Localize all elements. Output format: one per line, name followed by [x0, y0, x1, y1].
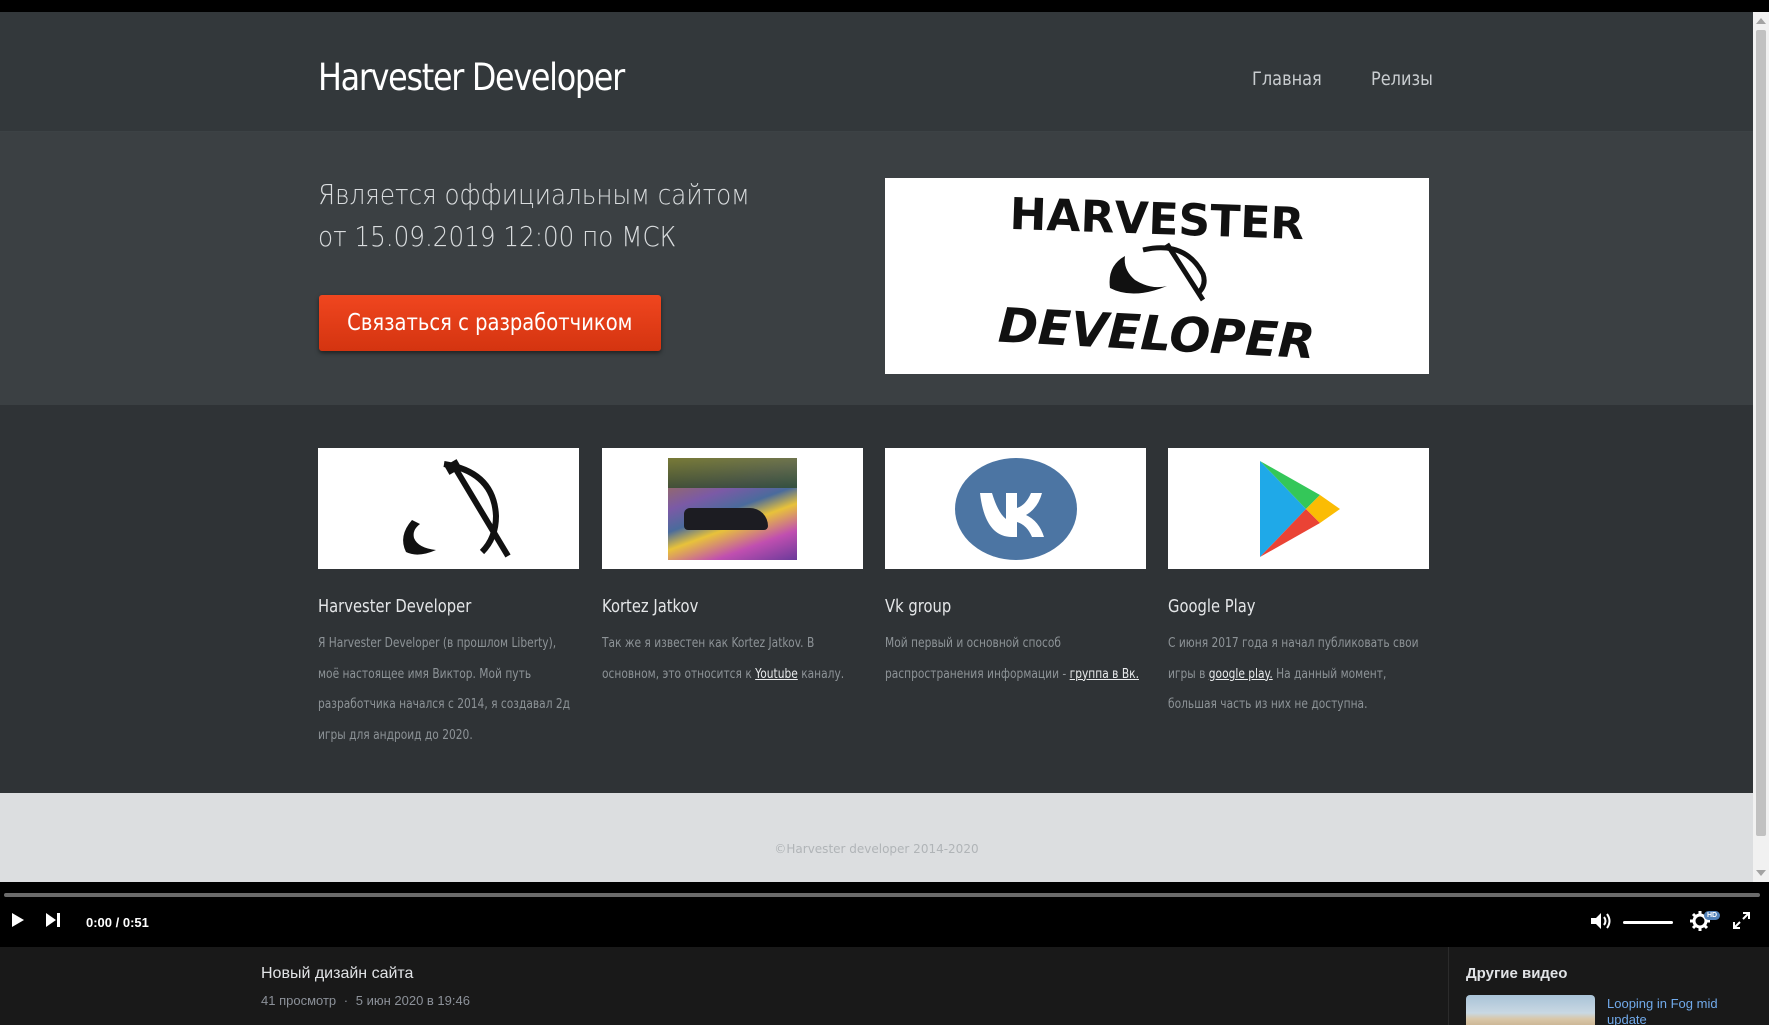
- harvester-developer-logo: HARVESTER DEVELOPER: [885, 178, 1429, 374]
- youtube-link[interactable]: Youtube: [755, 667, 798, 682]
- video-frame[interactable]: Harvester Developer Главная Релизы Являе…: [0, 12, 1753, 882]
- fullscreen-icon[interactable]: [1733, 912, 1750, 929]
- next-icon[interactable]: [45, 912, 61, 928]
- logo-text-line2: DEVELOPER: [997, 298, 1317, 371]
- scroll-down-icon[interactable]: [1756, 870, 1766, 876]
- card-image[interactable]: [318, 448, 579, 569]
- scrollbar-thumb[interactable]: [1756, 30, 1766, 836]
- card-title: Google Play: [1168, 596, 1256, 617]
- video-meta: 41 просмотр · 5 июн 2020 в 19:46: [261, 993, 470, 1008]
- contact-developer-label: Связаться с разработчиком: [347, 310, 633, 336]
- video-info: Новый дизайн сайта 41 просмотр · 5 июн 2…: [0, 947, 1769, 1025]
- video-title: Новый дизайн сайта: [261, 965, 414, 982]
- site-header: Harvester Developer Главная Релизы: [0, 12, 1753, 132]
- vk-logo-icon: [954, 457, 1077, 560]
- nav-home-link[interactable]: Главная: [1252, 68, 1322, 90]
- hero-text: Является оффициальным сайтом от 15.09.20…: [318, 178, 750, 253]
- view-count: 41 просмотр: [261, 993, 337, 1008]
- feature-cards: Harvester Developer Я Harvester Develope…: [0, 405, 1753, 793]
- player-controls: 0:00 / 0:51 HD: [0, 897, 1769, 947]
- volume-slider[interactable]: [1623, 921, 1673, 924]
- video-player-page: Harvester Developer Главная Релизы Являе…: [0, 0, 1769, 1025]
- card-title: Vk group: [885, 596, 952, 617]
- card-description: Так же я известен как Kortez Jatkov. В о…: [602, 636, 845, 682]
- google-play-icon: [1259, 460, 1340, 557]
- card-image[interactable]: [885, 448, 1146, 569]
- other-videos-panel: Другие видео Looping in Fog mid update: [1448, 947, 1769, 1025]
- car-photo: [668, 457, 797, 560]
- logo-text-line1: HARVESTER: [1009, 189, 1305, 250]
- scroll-up-icon[interactable]: [1756, 18, 1766, 24]
- card-vk-group: Vk group Мой первый и основной способ ра…: [885, 448, 1146, 690]
- footer-copyright: ©Harvester developer 2014-2020: [774, 842, 979, 856]
- other-video-link[interactable]: Looping in Fog mid update: [1607, 996, 1747, 1025]
- card-title: Kortez Jatkov: [602, 596, 699, 617]
- volume-icon[interactable]: [1590, 912, 1612, 930]
- site-logo-text[interactable]: Harvester Developer: [318, 56, 625, 99]
- card-image[interactable]: [602, 448, 863, 569]
- card-description: Я Harvester Developer (в прошлом Liberty…: [318, 636, 571, 743]
- duration: 0:51: [122, 915, 149, 930]
- hammer-sickle-icon: [402, 458, 511, 558]
- hero-section: Является оффициальным сайтом от 15.09.20…: [0, 132, 1753, 405]
- other-video-thumbnail[interactable]: [1466, 995, 1595, 1025]
- card-title: Harvester Developer: [318, 596, 472, 617]
- card-google-play: Google Play С июня 2017 года я начал пуб…: [1168, 448, 1429, 721]
- time-display: 0:00 / 0:51: [86, 915, 149, 930]
- card-kortez-jatkov: Kortez Jatkov Так же я известен как Kort…: [602, 448, 863, 690]
- card-description: С июня 2017 года я начал публиковать сво…: [1168, 636, 1419, 712]
- contact-developer-button[interactable]: Связаться с разработчиком: [319, 295, 661, 351]
- current-time: 0:00: [86, 915, 113, 930]
- card-description: Мой первый и основной способ распростран…: [885, 636, 1139, 682]
- harvester-logo-graphic: HARVESTER DEVELOPER: [997, 189, 1317, 371]
- hd-badge: HD: [1704, 911, 1721, 920]
- sickle-blade: [1109, 256, 1167, 294]
- nav-releases-link[interactable]: Релизы: [1371, 68, 1433, 90]
- card-image[interactable]: [1168, 448, 1429, 569]
- google-play-link[interactable]: google play.: [1209, 667, 1273, 682]
- page-scrollbar[interactable]: [1753, 12, 1769, 882]
- site-footer: ©Harvester developer 2014-2020: [0, 793, 1753, 882]
- upload-date: 5 июн 2020 в 19:46: [355, 993, 470, 1008]
- card-harvester-developer: Harvester Developer Я Harvester Develope…: [318, 448, 579, 751]
- other-videos-title: Другие видео: [1466, 965, 1568, 982]
- vk-group-link[interactable]: группа в Вк.: [1070, 667, 1139, 682]
- play-icon[interactable]: [11, 912, 25, 928]
